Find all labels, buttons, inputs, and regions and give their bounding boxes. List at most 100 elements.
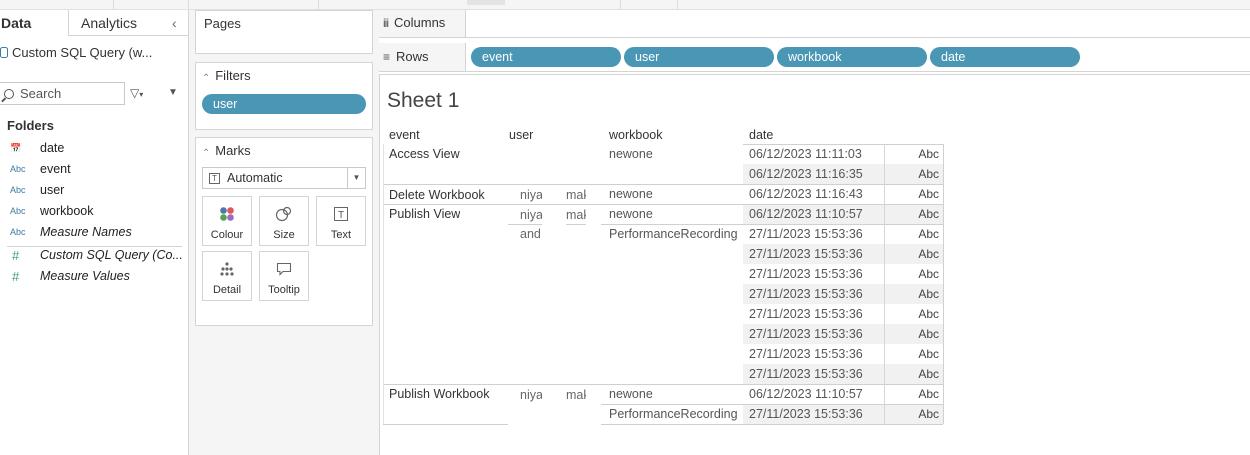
chevron-up-icon[interactable]: ^: [204, 147, 208, 154]
columns-label: Columns: [394, 15, 446, 30]
cell-abc[interactable]: Abc: [884, 144, 943, 164]
field-workbook[interactable]: Abc workbook: [10, 202, 94, 220]
cell-date[interactable]: 27/11/2023 15:53:36: [749, 224, 863, 244]
cell-workbook[interactable]: newone: [609, 204, 653, 224]
datasource-item[interactable]: Custom SQL Query (w...: [0, 42, 152, 62]
cell-date[interactable]: 06/12/2023 11:16:43: [749, 184, 863, 204]
cell-abc[interactable]: Abc: [884, 384, 943, 404]
mark-type-select[interactable]: T Automatic ▼: [202, 167, 366, 189]
cell-user[interactable]: niya: [520, 385, 542, 405]
cell-date[interactable]: 27/11/2023 15:53:36: [749, 264, 863, 284]
search-input[interactable]: [20, 86, 110, 101]
cell-abc[interactable]: Abc: [884, 404, 943, 424]
cell-abc[interactable]: Abc: [884, 224, 943, 244]
cell-workbook[interactable]: PerformanceRecording: [609, 224, 738, 244]
colour-button[interactable]: Colour: [202, 196, 252, 246]
cell-date[interactable]: 06/12/2023 11:10:57: [749, 204, 863, 224]
cell-event[interactable]: Delete Workbook: [389, 185, 485, 205]
field-label: date: [40, 141, 65, 155]
toolbar-active-tab[interactable]: [467, 0, 505, 5]
cell-abc[interactable]: Abc: [884, 304, 943, 324]
row-pill-user[interactable]: user: [624, 47, 774, 67]
sheet-title[interactable]: Sheet 1: [387, 89, 459, 113]
cell-date[interactable]: 27/11/2023 15:53:36: [749, 404, 863, 424]
grid-line: [943, 144, 944, 424]
cell-workbook[interactable]: newone: [609, 384, 653, 404]
cell-date[interactable]: 27/11/2023 15:53:36: [749, 304, 863, 324]
cell-abc[interactable]: Abc: [884, 204, 943, 224]
rows-icon: ≡: [383, 49, 391, 64]
filter-icon[interactable]: ▽▾: [130, 86, 143, 100]
row-pill-workbook[interactable]: workbook: [777, 47, 927, 67]
cell-abc[interactable]: Abc: [884, 244, 943, 264]
cell-abc[interactable]: Abc: [884, 284, 943, 304]
pages-card[interactable]: Pages: [195, 10, 373, 54]
search-box[interactable]: [0, 82, 125, 105]
filters-card-header[interactable]: ^ Filters: [204, 68, 251, 83]
grid-line: [601, 424, 943, 425]
detail-button[interactable]: Detail: [202, 251, 252, 301]
cell-abc[interactable]: Abc: [884, 344, 943, 364]
columns-shelf-label: iii Columns: [383, 15, 445, 30]
chevron-down-icon[interactable]: ▼: [347, 168, 365, 188]
cell-date[interactable]: 27/11/2023 15:53:36: [749, 284, 863, 304]
cell-user[interactable]: niya: [520, 185, 542, 205]
chevron-left-icon[interactable]: ‹: [172, 10, 177, 36]
filter-pill-user[interactable]: user: [202, 94, 366, 114]
tooltip-button[interactable]: Tooltip: [259, 251, 309, 301]
field-measure-names[interactable]: Abc Measure Names: [10, 223, 132, 241]
field-measure-values[interactable]: # Measure Values: [10, 267, 130, 285]
field-custom-sql-count[interactable]: # Custom SQL Query (Co...: [10, 246, 183, 264]
cell-user[interactable]: mak: [566, 385, 586, 405]
cell-workbook[interactable]: PerformanceRecording: [609, 404, 738, 424]
cell-date[interactable]: 06/12/2023 11:16:35: [749, 164, 863, 184]
header-date[interactable]: date: [749, 128, 773, 142]
cell-abc[interactable]: Abc: [884, 184, 943, 204]
top-toolbar-strip: [0, 0, 1250, 10]
cell-user[interactable]: and: [520, 224, 542, 244]
header-user[interactable]: user: [509, 128, 533, 142]
string-type-icon: Abc: [10, 206, 26, 216]
cell-user[interactable]: mak: [566, 205, 586, 225]
cell-date[interactable]: 27/11/2023 15:53:36: [749, 364, 863, 384]
pages-card-title: Pages: [204, 16, 241, 31]
columns-drop-area[interactable]: [465, 10, 1250, 37]
chevron-down-icon[interactable]: ▼: [168, 87, 178, 98]
cell-date[interactable]: 06/12/2023 11:10:57: [749, 384, 863, 404]
field-user[interactable]: Abc user: [10, 181, 64, 199]
text-button[interactable]: T Text: [316, 196, 366, 246]
field-date[interactable]: 📅 date: [10, 139, 64, 157]
folders-title: Folders: [7, 118, 54, 133]
cell-abc[interactable]: Abc: [884, 164, 943, 184]
cell-event[interactable]: Access View: [389, 144, 460, 164]
cell-abc[interactable]: Abc: [884, 324, 943, 344]
rows-drop-area[interactable]: event user workbook date: [465, 43, 1250, 71]
chevron-up-icon[interactable]: ^: [204, 72, 208, 79]
header-workbook[interactable]: workbook: [609, 128, 663, 142]
field-event[interactable]: Abc event: [10, 160, 71, 178]
detail-label: Detail: [212, 284, 242, 296]
marks-card-header[interactable]: ^ Marks: [204, 143, 251, 158]
row-pill-event[interactable]: event: [471, 47, 621, 67]
cell-date[interactable]: 27/11/2023 15:53:36: [749, 244, 863, 264]
field-label: Custom SQL Query (Co...: [40, 248, 183, 262]
cell-user[interactable]: niya: [520, 205, 542, 225]
cell-event[interactable]: Publish View: [389, 204, 460, 224]
toolbar-divider: [188, 0, 189, 9]
rows-label: Rows: [396, 49, 429, 64]
size-button[interactable]: Size: [259, 196, 309, 246]
cell-abc[interactable]: Abc: [884, 364, 943, 384]
filters-card[interactable]: ^ Filters user: [195, 62, 373, 130]
cell-date[interactable]: 06/12/2023 11:11:03: [749, 144, 862, 164]
cell-event[interactable]: Publish Workbook: [389, 384, 490, 404]
cell-date[interactable]: 27/11/2023 15:53:36: [749, 344, 863, 364]
cell-workbook[interactable]: newone: [609, 144, 653, 164]
cell-date[interactable]: 27/11/2023 15:53:36: [749, 324, 863, 344]
tab-data[interactable]: Data: [0, 10, 69, 36]
cell-user[interactable]: mak: [566, 185, 586, 205]
cell-abc[interactable]: Abc: [884, 264, 943, 284]
tab-analytics[interactable]: Analytics: [81, 10, 137, 36]
cell-workbook[interactable]: newone: [609, 184, 653, 204]
row-pill-date[interactable]: date: [930, 47, 1080, 67]
header-event[interactable]: event: [389, 128, 420, 142]
